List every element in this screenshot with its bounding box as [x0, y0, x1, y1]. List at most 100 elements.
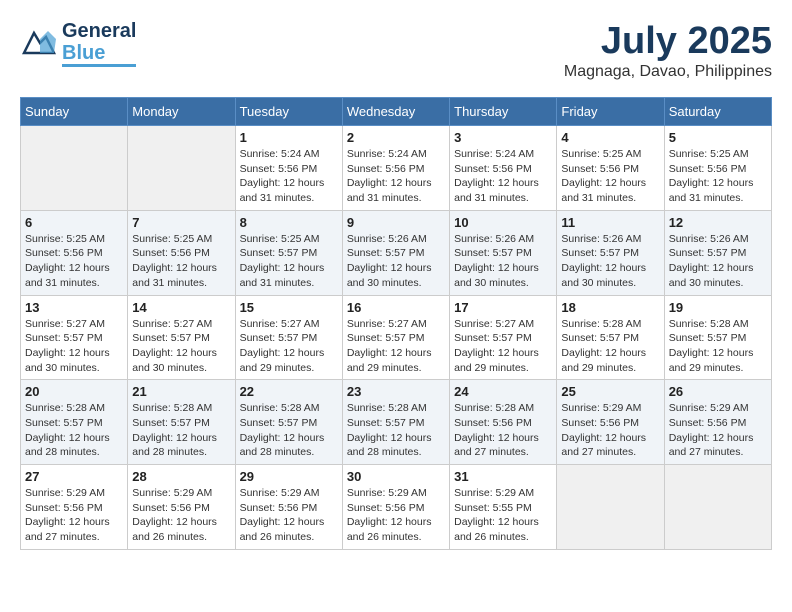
day-number: 1 [240, 130, 338, 145]
calendar-cell: 9 Sunrise: 5:26 AM Sunset: 5:57 PM Daylig… [342, 210, 449, 295]
day-info: Sunrise: 5:25 AM Sunset: 5:56 PM Dayligh… [132, 232, 230, 291]
day-info: Sunrise: 5:28 AM Sunset: 5:57 PM Dayligh… [347, 401, 445, 460]
day-number: 17 [454, 300, 552, 315]
location-subtitle: Magnaga, Davao, Philippines [564, 63, 772, 81]
calendar-cell: 22Sunrise: 5:28 AM Sunset: 5:57 PM Dayli… [235, 380, 342, 465]
calendar-cell: 19 Sunrise: 5:28 AM Sunset: 5:57 PM Dayli… [664, 295, 771, 380]
calendar-cell: 8 Sunrise: 5:25 AM Sunset: 5:57 PM Daylig… [235, 210, 342, 295]
day-number: 22 [240, 384, 338, 399]
day-number: 27 [25, 469, 123, 484]
calendar-day-header: Wednesday [342, 98, 449, 126]
calendar-day-header: Tuesday [235, 98, 342, 126]
day-number: 31 [454, 469, 552, 484]
day-info: Sunrise: 5:29 AM Sunset: 5:56 PM Dayligh… [347, 486, 445, 545]
day-info: Sunrise: 5:24 AM Sunset: 5:56 PM Dayligh… [347, 147, 445, 206]
day-number: 18 [561, 300, 659, 315]
day-number: 16 [347, 300, 445, 315]
day-info: Sunrise: 5:26 AM Sunset: 5:57 PM Dayligh… [454, 232, 552, 291]
day-info: Sunrise: 5:26 AM Sunset: 5:57 PM Dayligh… [347, 232, 445, 291]
calendar-cell: 13 Sunrise: 5:27 AM Sunset: 5:57 PM Dayli… [21, 295, 128, 380]
day-number: 14 [132, 300, 230, 315]
calendar-cell: 30 Sunrise: 5:29 AM Sunset: 5:56 PM Dayli… [342, 465, 449, 550]
day-number: 26 [669, 384, 767, 399]
title-block: July 2025 Magnaga, Davao, Philippines [564, 20, 772, 81]
calendar-cell: 28 Sunrise: 5:29 AM Sunset: 5:56 PM Dayli… [128, 465, 235, 550]
day-number: 9 [347, 215, 445, 230]
day-number: 2 [347, 130, 445, 145]
day-info: Sunrise: 5:26 AM Sunset: 5:57 PM Dayligh… [561, 232, 659, 291]
calendar-week-row: 13 Sunrise: 5:27 AM Sunset: 5:57 PM Dayli… [21, 295, 772, 380]
calendar-cell: 27 Sunrise: 5:29 AM Sunset: 5:56 PM Dayli… [21, 465, 128, 550]
day-number: 13 [25, 300, 123, 315]
calendar-cell: 25 Sunrise: 5:29 AM Sunset: 5:56 PM Dayli… [557, 380, 664, 465]
day-number: 15 [240, 300, 338, 315]
day-number: 19 [669, 300, 767, 315]
calendar-cell: 14 Sunrise: 5:27 AM Sunset: 5:57 PM Dayli… [128, 295, 235, 380]
calendar-cell: 4 Sunrise: 5:25 AM Sunset: 5:56 PM Daylig… [557, 126, 664, 211]
calendar-cell: 6Sunrise: 5:25 AM Sunset: 5:56 PM Daylig… [21, 210, 128, 295]
day-info: Sunrise: 5:29 AM Sunset: 5:56 PM Dayligh… [240, 486, 338, 545]
day-info: Sunrise: 5:28 AM Sunset: 5:56 PM Dayligh… [454, 401, 552, 460]
day-info: Sunrise: 5:29 AM Sunset: 5:56 PM Dayligh… [669, 401, 767, 460]
day-info: Sunrise: 5:27 AM Sunset: 5:57 PM Dayligh… [347, 317, 445, 376]
calendar-cell: 11Sunrise: 5:26 AM Sunset: 5:57 PM Dayli… [557, 210, 664, 295]
calendar-cell [21, 126, 128, 211]
calendar-week-row: 6Sunrise: 5:25 AM Sunset: 5:56 PM Daylig… [21, 210, 772, 295]
day-number: 12 [669, 215, 767, 230]
day-info: Sunrise: 5:27 AM Sunset: 5:57 PM Dayligh… [25, 317, 123, 376]
day-number: 28 [132, 469, 230, 484]
logo: General Blue [20, 20, 136, 67]
page-header: General Blue July 2025 Magnaga, Davao, P… [20, 20, 772, 81]
day-info: Sunrise: 5:25 AM Sunset: 5:56 PM Dayligh… [25, 232, 123, 291]
calendar-day-header: Sunday [21, 98, 128, 126]
day-number: 3 [454, 130, 552, 145]
calendar-cell: 18Sunrise: 5:28 AM Sunset: 5:57 PM Dayli… [557, 295, 664, 380]
day-info: Sunrise: 5:26 AM Sunset: 5:57 PM Dayligh… [669, 232, 767, 291]
day-info: Sunrise: 5:28 AM Sunset: 5:57 PM Dayligh… [669, 317, 767, 376]
day-info: Sunrise: 5:29 AM Sunset: 5:56 PM Dayligh… [132, 486, 230, 545]
calendar-day-header: Friday [557, 98, 664, 126]
calendar-week-row: 20 Sunrise: 5:28 AM Sunset: 5:57 PM Dayli… [21, 380, 772, 465]
calendar-week-row: 1 Sunrise: 5:24 AM Sunset: 5:56 PM Daylig… [21, 126, 772, 211]
day-info: Sunrise: 5:29 AM Sunset: 5:55 PM Dayligh… [454, 486, 552, 545]
day-number: 10 [454, 215, 552, 230]
calendar-day-header: Monday [128, 98, 235, 126]
day-info: Sunrise: 5:29 AM Sunset: 5:56 PM Dayligh… [561, 401, 659, 460]
day-number: 8 [240, 215, 338, 230]
calendar-day-header: Saturday [664, 98, 771, 126]
calendar-cell: 23Sunrise: 5:28 AM Sunset: 5:57 PM Dayli… [342, 380, 449, 465]
day-number: 25 [561, 384, 659, 399]
calendar-cell: 15 Sunrise: 5:27 AM Sunset: 5:57 PM Dayli… [235, 295, 342, 380]
calendar-cell [557, 465, 664, 550]
calendar-cell: 10 Sunrise: 5:26 AM Sunset: 5:57 PM Dayli… [450, 210, 557, 295]
calendar-cell: 17 Sunrise: 5:27 AM Sunset: 5:57 PM Dayli… [450, 295, 557, 380]
logo-text-line2: Blue [62, 42, 136, 67]
calendar-cell: 12 Sunrise: 5:26 AM Sunset: 5:57 PM Dayli… [664, 210, 771, 295]
day-info: Sunrise: 5:24 AM Sunset: 5:56 PM Dayligh… [240, 147, 338, 206]
day-info: Sunrise: 5:25 AM Sunset: 5:56 PM Dayligh… [561, 147, 659, 206]
day-number: 7 [132, 215, 230, 230]
day-info: Sunrise: 5:27 AM Sunset: 5:57 PM Dayligh… [132, 317, 230, 376]
day-info: Sunrise: 5:27 AM Sunset: 5:57 PM Dayligh… [240, 317, 338, 376]
day-number: 4 [561, 130, 659, 145]
day-number: 20 [25, 384, 123, 399]
day-info: Sunrise: 5:25 AM Sunset: 5:56 PM Dayligh… [669, 147, 767, 206]
day-number: 5 [669, 130, 767, 145]
day-info: Sunrise: 5:29 AM Sunset: 5:56 PM Dayligh… [25, 486, 123, 545]
day-number: 30 [347, 469, 445, 484]
logo-icon [20, 25, 58, 63]
day-number: 21 [132, 384, 230, 399]
calendar-cell: 5 Sunrise: 5:25 AM Sunset: 5:56 PM Daylig… [664, 126, 771, 211]
calendar-cell: 16 Sunrise: 5:27 AM Sunset: 5:57 PM Dayli… [342, 295, 449, 380]
day-info: Sunrise: 5:25 AM Sunset: 5:57 PM Dayligh… [240, 232, 338, 291]
calendar-cell: 24Sunrise: 5:28 AM Sunset: 5:56 PM Dayli… [450, 380, 557, 465]
calendar-cell: 21 Sunrise: 5:28 AM Sunset: 5:57 PM Dayli… [128, 380, 235, 465]
calendar-day-header: Thursday [450, 98, 557, 126]
calendar-cell: 31 Sunrise: 5:29 AM Sunset: 5:55 PM Dayli… [450, 465, 557, 550]
day-info: Sunrise: 5:27 AM Sunset: 5:57 PM Dayligh… [454, 317, 552, 376]
calendar-cell [664, 465, 771, 550]
day-info: Sunrise: 5:28 AM Sunset: 5:57 PM Dayligh… [132, 401, 230, 460]
calendar-header-row: SundayMondayTuesdayWednesdayThursdayFrid… [21, 98, 772, 126]
day-info: Sunrise: 5:28 AM Sunset: 5:57 PM Dayligh… [25, 401, 123, 460]
calendar-cell: 26 Sunrise: 5:29 AM Sunset: 5:56 PM Dayli… [664, 380, 771, 465]
